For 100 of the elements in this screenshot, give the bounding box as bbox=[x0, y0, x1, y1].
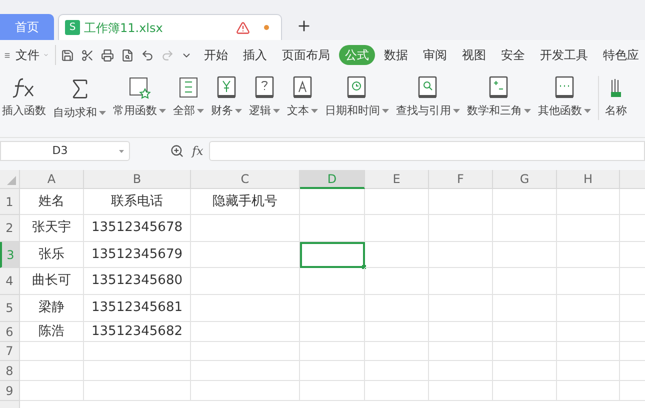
table-cell[interactable] bbox=[300, 361, 365, 381]
table-cell[interactable]: 陈浩 bbox=[20, 322, 84, 342]
ribbon-tab[interactable]: 插入 bbox=[237, 45, 273, 65]
table-cell[interactable] bbox=[300, 268, 365, 295]
table-cell[interactable] bbox=[191, 242, 300, 268]
select-all-icon[interactable] bbox=[7, 176, 16, 185]
ribbon-button[interactable]: 查找与引用 bbox=[396, 103, 460, 120]
zoom-icon[interactable] bbox=[170, 144, 184, 158]
row-header[interactable]: 8 bbox=[0, 361, 20, 381]
table-cell[interactable] bbox=[365, 189, 429, 215]
table-cell[interactable] bbox=[300, 295, 365, 322]
table-cell[interactable] bbox=[493, 361, 557, 381]
table-cell[interactable] bbox=[365, 381, 429, 401]
table-cell[interactable] bbox=[20, 381, 84, 401]
table-cell[interactable] bbox=[365, 342, 429, 361]
ribbon-tab[interactable]: 开始 bbox=[198, 45, 234, 65]
row-header[interactable]: 4 bbox=[0, 268, 20, 295]
table-cell[interactable]: 13512345678 bbox=[84, 215, 191, 242]
table-cell[interactable] bbox=[493, 215, 557, 242]
fx-label[interactable]: fx bbox=[192, 142, 204, 160]
table-cell[interactable] bbox=[429, 381, 493, 401]
table-cell[interactable] bbox=[300, 322, 365, 342]
row-header[interactable]: 7 bbox=[0, 342, 20, 361]
save-icon[interactable] bbox=[61, 48, 74, 62]
name-box[interactable]: D3 bbox=[0, 141, 130, 161]
table-cell[interactable] bbox=[557, 361, 620, 381]
table-cell[interactable] bbox=[20, 361, 84, 381]
table-cell[interactable] bbox=[191, 322, 300, 342]
ribbon-tab[interactable]: 页面布局 bbox=[276, 45, 336, 65]
table-cell[interactable] bbox=[557, 189, 620, 215]
table-cell[interactable] bbox=[557, 381, 620, 401]
redo-icon[interactable] bbox=[161, 48, 174, 62]
table-cell[interactable] bbox=[84, 342, 191, 361]
table-cell[interactable] bbox=[191, 381, 300, 401]
ribbon-button[interactable]: 日期和时间 bbox=[325, 103, 389, 120]
table-cell[interactable] bbox=[493, 189, 557, 215]
file-menu[interactable]: 文件 bbox=[16, 46, 40, 64]
ribbon-tab[interactable]: 视图 bbox=[456, 45, 492, 65]
table-cell[interactable] bbox=[191, 342, 300, 361]
ribbon-button[interactable]: 逻辑 bbox=[249, 103, 280, 120]
table-cell[interactable] bbox=[300, 189, 365, 215]
table-cell[interactable] bbox=[429, 295, 493, 322]
fill-handle[interactable] bbox=[362, 265, 366, 269]
ribbon-tab[interactable]: 特色应 bbox=[597, 45, 645, 65]
undo-icon[interactable] bbox=[141, 48, 154, 62]
ribbon-button[interactable]: 常用函数 bbox=[113, 103, 166, 120]
table-cell[interactable] bbox=[493, 342, 557, 361]
table-cell[interactable] bbox=[429, 215, 493, 242]
new-tab-icon[interactable] bbox=[296, 18, 312, 34]
table-cell[interactable]: 张乐 bbox=[20, 242, 84, 268]
table-cell[interactable] bbox=[191, 361, 300, 381]
table-cell[interactable] bbox=[84, 381, 191, 401]
table-cell[interactable] bbox=[429, 189, 493, 215]
row-header[interactable]: 1 bbox=[0, 189, 20, 215]
table-cell[interactable]: 13512345681 bbox=[84, 295, 191, 322]
ribbon-button[interactable]: 自动求和 bbox=[53, 105, 106, 122]
row-header[interactable]: 2 bbox=[0, 215, 20, 242]
ribbon-button[interactable]: 全部 bbox=[173, 103, 204, 120]
table-cell[interactable] bbox=[493, 295, 557, 322]
table-cell[interactable]: 联系电话 bbox=[84, 189, 191, 215]
table-cell[interactable] bbox=[300, 215, 365, 242]
table-cell[interactable] bbox=[557, 342, 620, 361]
formula-input[interactable] bbox=[209, 141, 645, 161]
active-cell[interactable] bbox=[300, 242, 365, 268]
table-cell[interactable] bbox=[191, 215, 300, 242]
table-cell[interactable] bbox=[191, 268, 300, 295]
table-cell[interactable]: 张天宇 bbox=[20, 215, 84, 242]
table-cell[interactable] bbox=[365, 215, 429, 242]
row-header[interactable]: 5 bbox=[0, 295, 20, 322]
table-cell[interactable] bbox=[20, 342, 84, 361]
table-cell[interactable] bbox=[557, 242, 620, 268]
table-cell[interactable] bbox=[365, 242, 429, 268]
table-cell[interactable] bbox=[300, 381, 365, 401]
ribbon-tab[interactable]: 数据 bbox=[378, 45, 414, 65]
row-header[interactable]: 6 bbox=[0, 322, 20, 342]
ribbon-tab[interactable]: 审阅 bbox=[417, 45, 453, 65]
table-cell[interactable]: 13512345679 bbox=[84, 242, 191, 268]
table-cell[interactable] bbox=[300, 342, 365, 361]
ribbon-button[interactable]: 数学和三角 bbox=[467, 103, 531, 120]
table-cell[interactable] bbox=[365, 361, 429, 381]
table-cell[interactable]: 梁静 bbox=[20, 295, 84, 322]
table-cell[interactable]: 13512345680 bbox=[84, 268, 191, 295]
table-cell[interactable] bbox=[191, 295, 300, 322]
table-cell[interactable] bbox=[493, 381, 557, 401]
table-cell[interactable] bbox=[557, 322, 620, 342]
table-cell[interactable]: 曲长可 bbox=[20, 268, 84, 295]
table-cell[interactable] bbox=[493, 242, 557, 268]
column-header[interactable]: G bbox=[493, 170, 557, 189]
table-cell[interactable] bbox=[557, 215, 620, 242]
ribbon-button[interactable]: 名称 bbox=[605, 103, 627, 120]
column-header[interactable]: B bbox=[84, 170, 191, 189]
table-cell[interactable] bbox=[365, 322, 429, 342]
column-header[interactable]: A bbox=[20, 170, 84, 189]
ribbon-button[interactable]: 插入函数 bbox=[2, 103, 46, 120]
table-cell[interactable] bbox=[84, 361, 191, 381]
print-preview-icon[interactable] bbox=[121, 48, 134, 62]
print-icon[interactable] bbox=[101, 48, 114, 62]
table-cell[interactable]: 13512345682 bbox=[84, 322, 191, 342]
table-cell[interactable]: 姓名 bbox=[20, 189, 84, 215]
column-header[interactable]: H bbox=[557, 170, 620, 189]
